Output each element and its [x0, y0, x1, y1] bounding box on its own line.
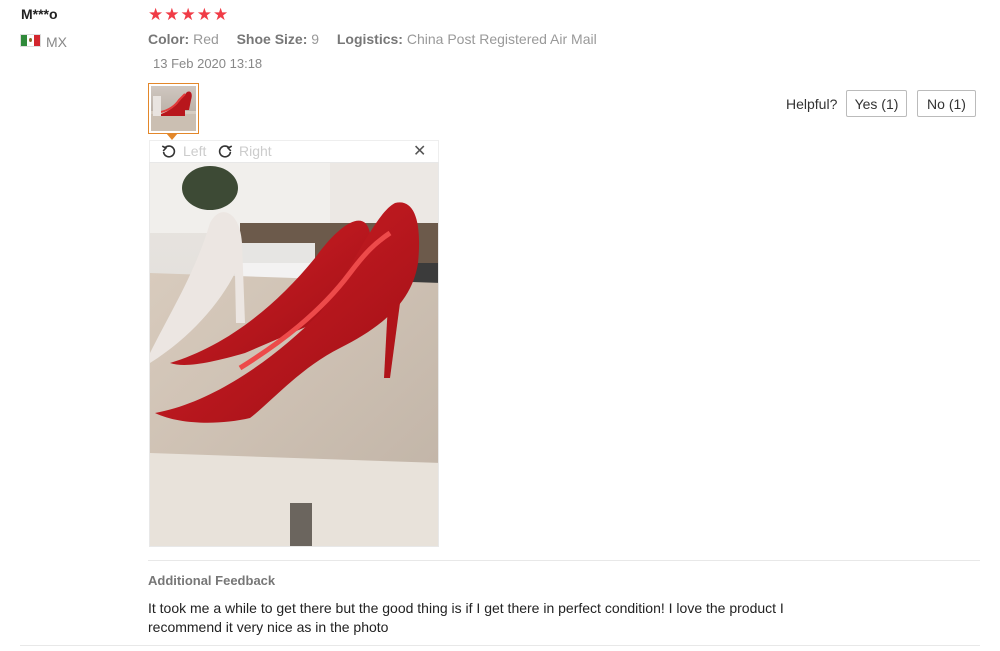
- review-photo-large: [149, 162, 439, 547]
- review-date: 13 Feb 2020 13:18: [153, 56, 263, 71]
- rotate-left-icon: [161, 145, 176, 158]
- thumbnail-pointer: [166, 133, 178, 140]
- size-attr-label: Shoe Size:: [236, 31, 308, 47]
- order-attributes: Color: Red Shoe Size: 9 Logistics: China…: [148, 31, 597, 47]
- additional-feedback-text: It took me a while to get there but the …: [148, 600, 784, 635]
- helpful-label: Helpful?: [786, 96, 838, 112]
- logistics-attr-label: Logistics:: [336, 31, 403, 47]
- reviewer-country: MX: [46, 34, 67, 50]
- additional-feedback-title: Additional Feedback: [148, 573, 276, 588]
- red-heels-photo: [150, 163, 438, 546]
- helpful-no-button[interactable]: No (1): [917, 90, 976, 117]
- helpful-yes-button[interactable]: Yes (1): [846, 90, 907, 117]
- color-attr-label: Color:: [148, 31, 190, 47]
- section-divider: [148, 560, 980, 561]
- color-attr-value: Red: [193, 31, 219, 47]
- rotate-left-label: Left: [183, 143, 207, 159]
- mexico-flag-icon: [20, 34, 41, 47]
- close-icon[interactable]: ✕: [413, 141, 426, 161]
- rotate-right-label: Right: [239, 143, 272, 159]
- rotate-right-button[interactable]: Right: [216, 142, 272, 160]
- reviewer-name: M***o: [21, 6, 58, 22]
- size-attr-value: 9: [311, 31, 320, 47]
- logistics-attr-value: China Post Registered Air Mail: [406, 31, 597, 47]
- rotate-right-icon: [218, 145, 233, 158]
- rotate-left-button[interactable]: Left: [160, 142, 206, 160]
- review-bottom-divider: [20, 645, 980, 646]
- shoe-thumbnail-image: [151, 91, 196, 131]
- review-photo-thumbnail[interactable]: [148, 83, 199, 134]
- star-rating: ★★★★★: [148, 5, 230, 24]
